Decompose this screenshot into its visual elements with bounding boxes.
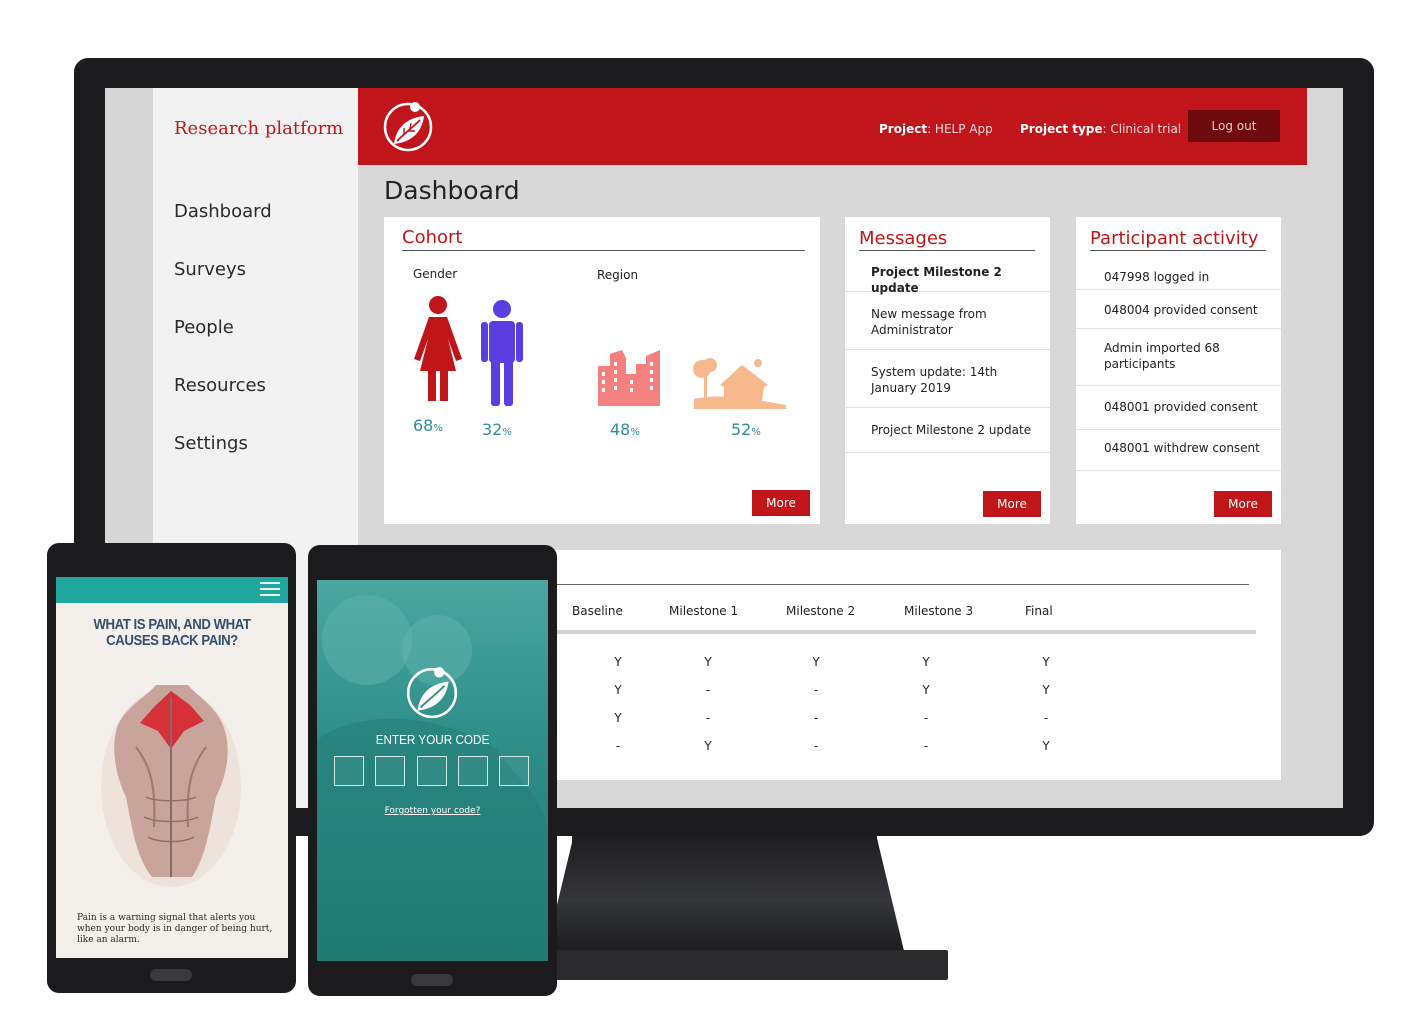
- activity-item: 047998 logged in: [1076, 255, 1281, 290]
- top-bar: Project: HELP App Project type: Clinical…: [358, 88, 1307, 165]
- table-cell: Y: [922, 683, 930, 697]
- male-percent: 32%: [482, 420, 512, 439]
- col-milestone-2[interactable]: Milestone 2: [786, 604, 855, 618]
- male-icon: [481, 300, 523, 406]
- table-cell: Y: [922, 655, 930, 669]
- page-title: Dashboard: [384, 176, 520, 205]
- article-headline: WHAT IS PAIN, AND WHAT CAUSES BACK PAIN?: [93, 616, 251, 649]
- table-cell: -: [705, 711, 711, 725]
- table-cell: -: [1043, 711, 1049, 725]
- table-cell: Y: [1042, 655, 1050, 669]
- region-label: Region: [597, 268, 639, 282]
- enter-code-label: ENTER YOUR CODE: [375, 732, 490, 747]
- message-item[interactable]: Project Milestone 2 update: [845, 253, 1050, 295]
- table-cell: -: [813, 711, 819, 725]
- table-cell: Y: [1042, 739, 1050, 753]
- messages-card: Messages Project Milestone 2 update New …: [845, 217, 1050, 524]
- activity-item: 048001 withdrew consent: [1076, 430, 1281, 471]
- rural-percent: 52%: [731, 420, 761, 439]
- nav-dashboard[interactable]: Dashboard: [174, 201, 272, 222]
- hamburger-menu-icon[interactable]: [260, 582, 280, 598]
- leaf-logo-icon[interactable]: [380, 98, 436, 154]
- nav-settings[interactable]: Settings: [174, 433, 248, 454]
- activity-more-button[interactable]: More: [1214, 491, 1272, 517]
- message-item[interactable]: Project Milestone 2 update: [845, 408, 1050, 453]
- project-type-info: Project type: Clinical trial: [1020, 122, 1182, 136]
- cohort-rule: [402, 250, 805, 251]
- phone-article: WHAT IS PAIN, AND WHAT CAUSES BACK PAIN?…: [47, 543, 296, 993]
- col-final[interactable]: Final: [1025, 604, 1053, 618]
- code-digit-input[interactable]: [417, 756, 447, 786]
- messages-more-button[interactable]: More: [983, 491, 1041, 517]
- table-cell: Y: [1042, 683, 1050, 697]
- phone-code-screen: ENTER YOUR CODE Forgotten your code?: [317, 580, 548, 961]
- message-item[interactable]: System update: 14th January 2019: [845, 350, 1050, 408]
- home-button[interactable]: [411, 974, 453, 986]
- back-anatomy-illustration: [101, 685, 241, 887]
- table-cell: -: [923, 711, 929, 725]
- phone-article-screen: WHAT IS PAIN, AND WHAT CAUSES BACK PAIN?…: [56, 577, 288, 958]
- table-cell: -: [923, 739, 929, 753]
- phone-code-entry: ENTER YOUR CODE Forgotten your code?: [308, 545, 557, 996]
- leaf-logo-icon: [406, 667, 458, 719]
- project-info: Project: HELP App: [879, 122, 993, 136]
- activity-title: Participant activity: [1090, 228, 1259, 249]
- nav-surveys[interactable]: Surveys: [174, 259, 246, 280]
- table-cell: -: [615, 739, 621, 753]
- activity-card: Participant activity 047998 logged in 04…: [1076, 217, 1281, 524]
- code-digit-input[interactable]: [458, 756, 488, 786]
- table-cell: Y: [704, 739, 712, 753]
- col-baseline[interactable]: Baseline: [572, 604, 623, 618]
- female-percent: 68%: [413, 416, 443, 435]
- col-milestone-1[interactable]: Milestone 1: [669, 604, 738, 618]
- cohort-card: Cohort Gender Region 68% 32% 48% 52% Mor…: [384, 217, 820, 524]
- phone-article-header: [56, 577, 288, 603]
- table-cell: Y: [614, 655, 622, 669]
- message-item[interactable]: New message from Administrator: [845, 292, 1050, 350]
- activity-item: 048004 provided consent: [1076, 290, 1281, 329]
- activity-item: Admin imported 68 participants: [1076, 329, 1281, 386]
- table-cell: Y: [704, 655, 712, 669]
- table-cell: -: [813, 739, 819, 753]
- logout-button[interactable]: Log out: [1188, 110, 1280, 142]
- gender-label: Gender: [413, 267, 458, 281]
- messages-rule: [859, 250, 1035, 251]
- brand-title: Research platform: [174, 118, 344, 139]
- city-icon: [598, 350, 660, 406]
- forgot-code-link[interactable]: Forgotten your code?: [317, 806, 548, 816]
- code-digit-input[interactable]: [375, 756, 405, 786]
- code-digit-input[interactable]: [334, 756, 364, 786]
- table-cell: -: [813, 683, 819, 697]
- messages-title: Messages: [859, 228, 948, 249]
- table-cell: Y: [614, 683, 622, 697]
- monitor-stand-foot: [520, 950, 948, 980]
- article-body: Pain is a warning signal that alerts you…: [77, 913, 273, 945]
- monitor-stand-base: [545, 835, 905, 955]
- activity-item: 048001 provided consent: [1076, 386, 1281, 430]
- table-cell: Y: [614, 711, 622, 725]
- nav-people[interactable]: People: [174, 317, 234, 338]
- cohort-title: Cohort: [402, 227, 463, 248]
- col-milestone-3[interactable]: Milestone 3: [904, 604, 973, 618]
- table-cell: -: [705, 683, 711, 697]
- table-cell: Y: [812, 655, 820, 669]
- home-button[interactable]: [150, 969, 192, 981]
- code-digit-input[interactable]: [499, 756, 529, 786]
- cohort-more-button[interactable]: More: [752, 490, 810, 516]
- activity-rule: [1090, 250, 1266, 251]
- urban-percent: 48%: [610, 420, 640, 439]
- nav-resources[interactable]: Resources: [174, 375, 266, 396]
- female-icon: [414, 296, 462, 401]
- rural-house-icon: [693, 358, 786, 409]
